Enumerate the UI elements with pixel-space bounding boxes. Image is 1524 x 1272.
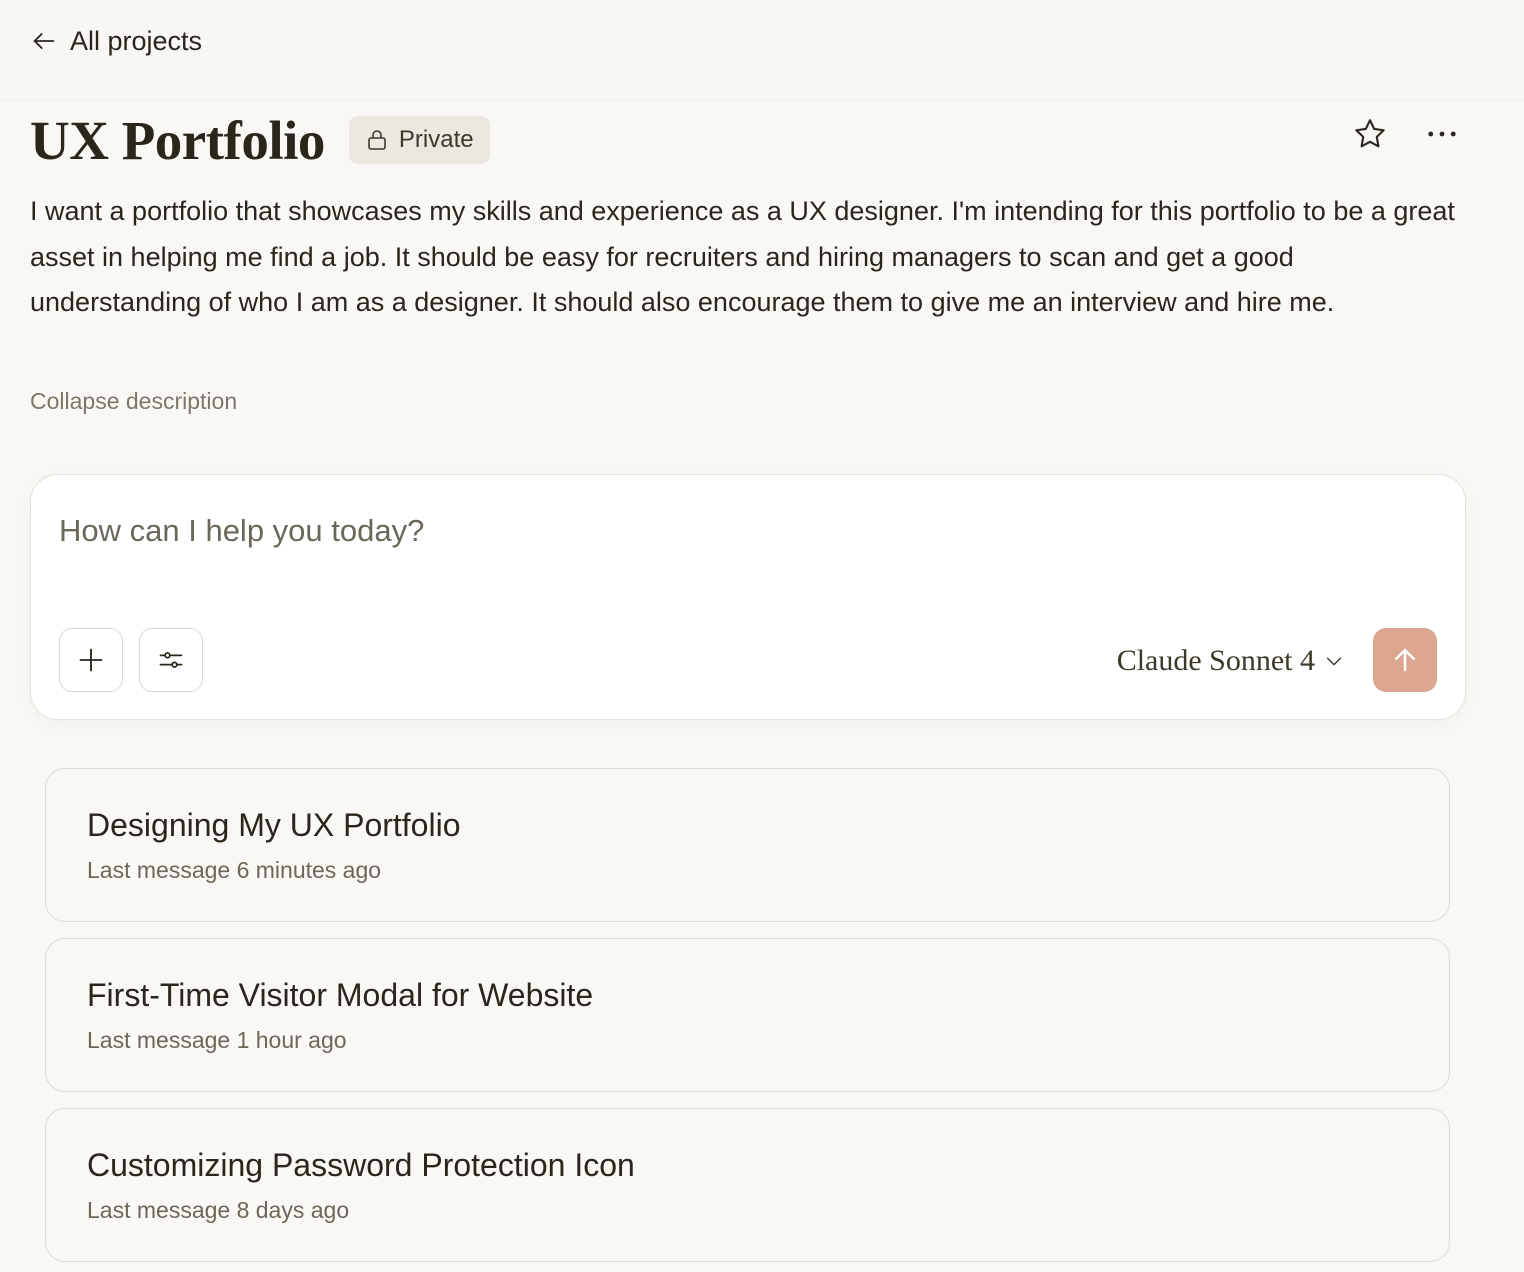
chat-item[interactable]: First-Time Visitor Modal for Website Las… (45, 938, 1450, 1092)
header-actions (1352, 116, 1460, 152)
lock-icon (368, 130, 386, 150)
plus-icon (79, 648, 103, 672)
chat-title: Designing My UX Portfolio (87, 807, 461, 843)
add-attachment-button[interactable] (59, 628, 123, 692)
project-description: I want a portfolio that showcases my ski… (30, 196, 1455, 317)
arrow-left-icon (33, 33, 55, 49)
chat-title: First-Time Visitor Modal for Website (87, 977, 594, 1013)
message-input[interactable] (59, 507, 1439, 555)
more-horizontal-icon (1428, 131, 1456, 137)
star-icon (1355, 119, 1385, 148)
more-options-button[interactable] (1424, 116, 1460, 152)
back-to-projects-link[interactable]: All projects (30, 24, 202, 58)
visibility-label: Private (398, 126, 474, 153)
page-title: UX Portfolio (30, 109, 325, 171)
sliders-icon (159, 652, 183, 668)
chat-last-message: Last message 8 days ago (87, 1197, 350, 1223)
model-selector[interactable]: Claude Sonnet 4 (1117, 641, 1345, 681)
collapse-description-link[interactable]: Collapse description (30, 388, 237, 415)
send-button[interactable] (1373, 628, 1437, 692)
chat-title: Customizing Password Protection Icon (87, 1147, 635, 1183)
chat-item[interactable]: Designing My UX Portfolio Last message 6… (45, 768, 1450, 922)
project-header: UX Portfolio Private (30, 106, 1460, 174)
chevron-down-icon (1326, 657, 1342, 666)
model-name: Claude Sonnet 4 (1116, 644, 1315, 677)
arrow-up-icon (1395, 648, 1415, 672)
star-button[interactable] (1352, 116, 1388, 152)
tools-settings-button[interactable] (139, 628, 203, 692)
chat-item[interactable]: Customizing Password Protection Icon Las… (45, 1108, 1450, 1262)
top-bar: All projects (0, 0, 1524, 100)
visibility-badge: Private (348, 116, 490, 164)
chat-last-message: Last message 6 minutes ago (87, 857, 382, 883)
back-link-label: All projects (70, 25, 203, 56)
chat-composer: Claude Sonnet 4 (30, 474, 1466, 720)
chat-last-message: Last message 1 hour ago (87, 1027, 347, 1053)
